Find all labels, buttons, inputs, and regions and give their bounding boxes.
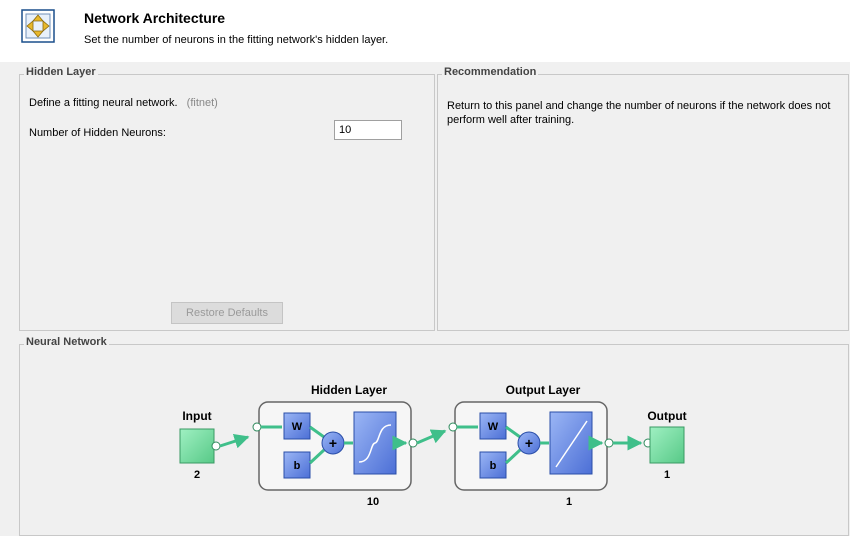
- hidden-output-port: [408, 438, 418, 448]
- input-port: [211, 441, 221, 451]
- hidden-layer-panel-title: Hidden Layer: [24, 66, 98, 78]
- network-description-function: (fitnet): [186, 97, 218, 109]
- output-layer-size: 1: [566, 496, 572, 508]
- hidden-neurons-label: Number of Hidden Neurons:: [29, 127, 166, 139]
- hidden-neurons-input[interactable]: [334, 120, 402, 140]
- network-description-text: Define a fitting neural network.: [29, 97, 178, 109]
- input-block: [179, 428, 215, 464]
- header: Network Architecture Set the number of n…: [0, 0, 850, 62]
- hidden-input-port: [252, 422, 262, 432]
- output-size: 1: [664, 469, 670, 481]
- network-description: Define a fitting neural network. (fitnet…: [29, 97, 218, 109]
- network-diagram: Input 2 Hidden Layer W b + 10 Output Lay…: [179, 383, 687, 508]
- output-layer-output-port: [604, 438, 614, 448]
- page-title: Network Architecture: [84, 10, 226, 26]
- page-subtitle: Set the number of neurons in the fitting…: [84, 34, 389, 46]
- hidden-layer-title: Hidden Layer: [311, 383, 387, 397]
- output-layer-input-port: [448, 422, 458, 432]
- recommendation-panel: Recommendation Return to this panel and …: [437, 66, 849, 331]
- output-sum-symbol: +: [525, 435, 533, 451]
- output-transfer-block: [549, 411, 593, 475]
- hidden-bias-label: b: [294, 460, 301, 472]
- network-architecture-icon: [21, 9, 55, 43]
- output-layer-title: Output Layer: [506, 383, 581, 397]
- input-size: 2: [194, 469, 200, 481]
- hidden-weight-label: W: [292, 421, 303, 433]
- input-connector: [219, 433, 250, 449]
- hidden-sum-symbol: +: [329, 435, 337, 451]
- hidden-layer-size: 10: [367, 496, 379, 508]
- output-block: [649, 426, 685, 464]
- layer-connector: [416, 429, 447, 445]
- recommendation-panel-title: Recommendation: [442, 66, 539, 78]
- restore-defaults-button[interactable]: Restore Defaults: [171, 302, 283, 324]
- hidden-layer-panel: Hidden Layer Define a fitting neural net…: [19, 66, 435, 331]
- output-label: Output: [647, 409, 686, 423]
- output-weight-label: W: [488, 421, 499, 433]
- neural-network-panel: Neural Network Input 2 Hidden Layer W b: [19, 336, 849, 536]
- recommendation-text: Return to this panel and change the numb…: [447, 100, 831, 126]
- input-label: Input: [182, 409, 211, 423]
- output-bias-label: b: [490, 460, 497, 472]
